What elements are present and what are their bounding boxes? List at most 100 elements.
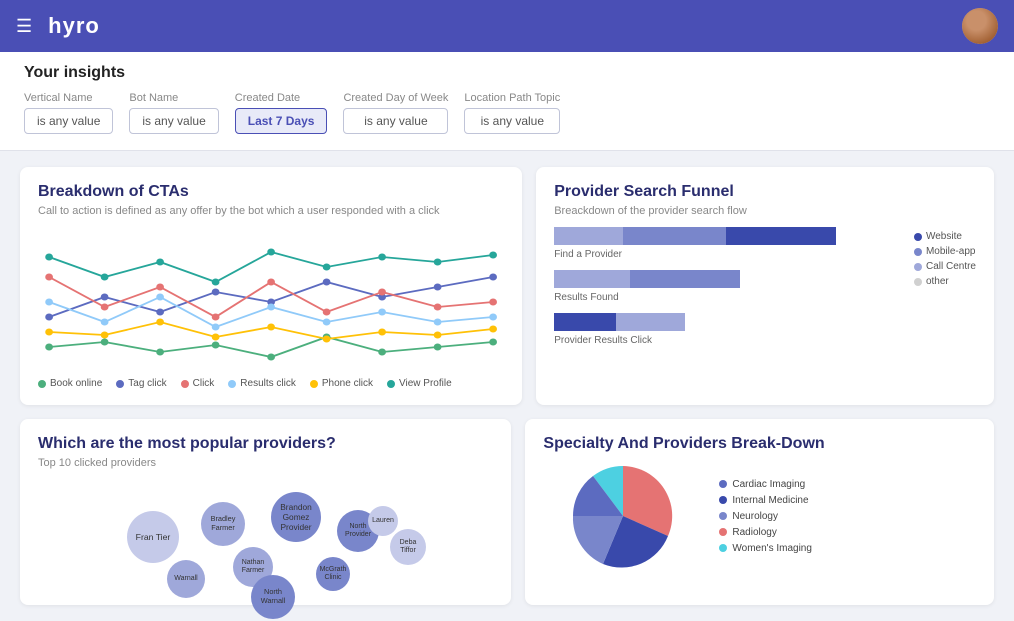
top-row: Breakdown of CTAs Call to action is defi… — [20, 167, 994, 405]
pie-legend-label: Women's Imaging — [732, 543, 812, 554]
filter-button[interactable]: Last 7 Days — [235, 108, 328, 134]
funnel-label-2: Results Found — [554, 292, 898, 303]
funnel-legend-dot — [914, 263, 922, 271]
app-header: ☰ hyro — [0, 0, 1014, 52]
cta-card: Breakdown of CTAs Call to action is defi… — [20, 167, 522, 405]
cta-chart — [38, 227, 504, 372]
provider-bubble[interactable]: Fran Tier — [127, 511, 179, 563]
legend-dot — [228, 380, 236, 388]
provider-bubble[interactable]: Bradley Farmer — [201, 502, 245, 546]
funnel-legend: Website Mobile-app Call Centre other — [914, 231, 976, 346]
pie-legend-dot — [719, 480, 727, 488]
funnel-bar-wrap-3 — [554, 313, 898, 331]
filter-label: Created Day of Week — [343, 92, 448, 104]
funnel-legend-label: other — [926, 276, 949, 287]
funnel-legend-label: Website — [926, 231, 962, 242]
provider-bubble[interactable]: McGrath Clinic — [316, 557, 350, 591]
legend-label: Results click — [240, 378, 296, 389]
funnel-legend-item: Website — [914, 231, 976, 242]
menu-icon[interactable]: ☰ — [16, 16, 32, 37]
specialty-title: Specialty And Providers Break-Down — [543, 435, 976, 453]
bar-seg — [554, 313, 616, 331]
provider-bubble[interactable]: Brandon Gomez Provider — [271, 492, 321, 542]
provider-bubble[interactable]: North Warnall — [251, 575, 295, 619]
pie-legend-label: Cardiac Imaging — [732, 479, 805, 490]
funnel-row-1: Find a Provider — [554, 227, 898, 260]
funnel-label-1: Find a Provider — [554, 249, 898, 260]
pie-legend-label: Internal Medicine — [732, 495, 808, 506]
bubble-area: Fran Tier Bradley Farmer Brandon Gomez Pro… — [38, 479, 493, 589]
legend-dot — [116, 380, 124, 388]
filter-button[interactable]: is any value — [24, 108, 113, 134]
legend-item: Click — [181, 378, 215, 389]
funnel-legend-label: Call Centre — [926, 261, 976, 272]
pie-legend-item: Women's Imaging — [719, 543, 812, 554]
popular-subtitle: Top 10 clicked providers — [38, 457, 493, 469]
pie-legend-item: Cardiac Imaging — [719, 479, 812, 490]
legend-label: Click — [193, 378, 215, 389]
legend-item: Book online — [38, 378, 102, 389]
pie-legend-dot — [719, 544, 727, 552]
pie-legend: Cardiac Imaging Internal Medicine Neurolog… — [719, 479, 812, 554]
funnel-legend-label: Mobile-app — [926, 246, 975, 257]
legend-dot — [181, 380, 189, 388]
legend-item: Results click — [228, 378, 296, 389]
funnel-legend-dot — [914, 233, 922, 241]
legend-dot — [387, 380, 395, 388]
pie-legend-item: Radiology — [719, 527, 812, 538]
legend-dot — [38, 380, 46, 388]
main-content: Breakdown of CTAs Call to action is defi… — [0, 151, 1014, 621]
pie-area: Cardiac Imaging Internal Medicine Neurolog… — [543, 461, 976, 571]
funnel-content: Find a Provider Results Found — [554, 227, 976, 346]
user-avatar[interactable] — [962, 8, 998, 44]
funnel-legend-dot — [914, 278, 922, 286]
bottom-row: Which are the most popular providers? To… — [20, 419, 994, 605]
bar-seg — [554, 270, 630, 288]
bar-seg — [623, 227, 726, 245]
funnel-legend-dot — [914, 248, 922, 256]
page-title: Your insights — [24, 64, 990, 82]
pie-legend-dot — [719, 496, 727, 504]
bar-seg — [554, 227, 623, 245]
pie-legend-item: Neurology — [719, 511, 812, 522]
funnel-legend-item: other — [914, 276, 976, 287]
funnel-subtitle: Breackdown of the provider search flow — [554, 205, 976, 217]
funnel-bars: Find a Provider Results Found — [554, 227, 898, 346]
funnel-legend-item: Mobile-app — [914, 246, 976, 257]
pie-legend-label: Radiology — [732, 527, 776, 538]
filter-button[interactable]: is any value — [464, 108, 560, 134]
pie-legend-item: Internal Medicine — [719, 495, 812, 506]
funnel-row-2: Results Found — [554, 270, 898, 303]
filter-group: Bot Name is any value — [129, 92, 218, 134]
bar-seg — [630, 270, 740, 288]
filter-label: Bot Name — [129, 92, 218, 104]
filter-label: Location Path Topic — [464, 92, 560, 104]
app-logo: hyro — [48, 13, 100, 39]
pie-chart-svg — [543, 461, 703, 571]
provider-bubble[interactable]: Deba Tiffor — [390, 529, 426, 565]
funnel-label-3: Provider Results Click — [554, 335, 898, 346]
legend-label: View Profile — [399, 378, 452, 389]
filter-button[interactable]: is any value — [129, 108, 218, 134]
funnel-bar-wrap-2 — [554, 270, 898, 288]
provider-bubble[interactable]: Lauren — [368, 506, 398, 536]
filter-group: Created DateLast 7 Days — [235, 92, 328, 134]
popular-title: Which are the most popular providers? — [38, 435, 493, 453]
popular-card: Which are the most popular providers? To… — [20, 419, 511, 605]
pie-legend-label: Neurology — [732, 511, 778, 522]
legend-label: Phone click — [322, 378, 373, 389]
cta-title: Breakdown of CTAs — [38, 183, 504, 201]
filter-controls: Vertical Nameis any value Bot Name is any … — [24, 92, 990, 134]
funnel-title: Provider Search Funnel — [554, 183, 976, 201]
legend-dot — [310, 380, 318, 388]
avatar-image — [962, 8, 998, 44]
pie-legend-dot — [719, 528, 727, 536]
funnel-bar-wrap-1 — [554, 227, 898, 245]
specialty-card: Specialty And Providers Break-Down Cardi… — [525, 419, 994, 605]
provider-bubble[interactable]: Warnall — [167, 560, 205, 598]
filter-bar: Your insights Vertical Nameis any value B… — [0, 52, 1014, 151]
line-chart-svg — [38, 227, 504, 372]
cta-legend: Book onlineTag clickClickResults clickPh… — [38, 378, 504, 389]
filter-button[interactable]: is any value — [343, 108, 448, 134]
filter-group: Vertical Nameis any value — [24, 92, 113, 134]
